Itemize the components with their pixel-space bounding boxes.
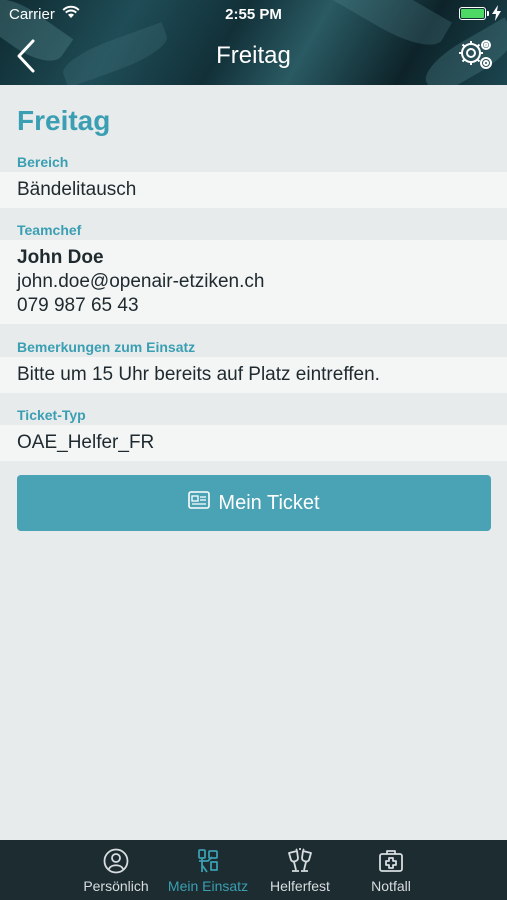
settings-button[interactable] xyxy=(457,38,495,72)
bemerkungen-value: Bitte um 15 Uhr bereits auf Platz eintre… xyxy=(17,364,380,385)
battery-tip xyxy=(487,11,489,16)
ticket-typ-value: OAE_Helfer_FR xyxy=(17,432,155,453)
teamchef-phone[interactable]: 079 987 65 43 xyxy=(17,295,139,317)
cheers-glasses-icon xyxy=(285,848,315,879)
bereich-value: Bändelitausch xyxy=(17,179,137,200)
ticket-typ-label: Ticket-Typ xyxy=(17,407,86,423)
tab-persoenlich-label: Persönlich xyxy=(83,878,149,894)
tab-mein-einsatz[interactable]: Mein Einsatz xyxy=(163,840,253,900)
first-aid-kit-icon xyxy=(378,848,404,879)
bereich-label: Bereich xyxy=(17,154,69,170)
navigation-bar: Freitag xyxy=(0,28,507,85)
tab-mein-einsatz-label: Mein Einsatz xyxy=(167,878,249,894)
page-title: Freitag xyxy=(17,105,111,136)
charging-bolt-icon xyxy=(492,5,501,25)
bemerkungen-label: Bemerkungen zum Einsatz xyxy=(17,339,196,355)
header: Carrier 2:55 PM Freitag xyxy=(0,0,507,85)
teamchef-email[interactable]: john.doe@openair-etziken.ch xyxy=(17,271,264,293)
ticket-typ-row: OAE_Helfer_FR xyxy=(0,425,507,461)
bereich-row: Bändelitausch xyxy=(0,172,507,208)
mein-ticket-button[interactable]: Mein Ticket xyxy=(17,475,491,531)
tab-helferfest-label: Helferfest xyxy=(270,878,330,894)
tab-notfall[interactable]: Notfall xyxy=(347,840,435,900)
tab-notfall-label: Notfall xyxy=(371,878,411,894)
status-bar: Carrier 2:55 PM xyxy=(0,0,507,28)
helper-icon xyxy=(195,848,221,879)
teamchef-label: Teamchef xyxy=(17,222,82,238)
tab-helferfest[interactable]: Helferfest xyxy=(256,840,344,900)
bemerkungen-row: Bitte um 15 Uhr bereits auf Platz eintre… xyxy=(0,357,507,393)
status-time: 2:55 PM xyxy=(225,6,282,23)
content-area: Freitag Bereich Bändelitausch Teamchef J… xyxy=(0,85,507,840)
ticket-icon xyxy=(188,491,211,515)
mein-ticket-label: Mein Ticket xyxy=(218,491,320,514)
user-circle-icon xyxy=(103,848,129,879)
teamchef-name: John Doe xyxy=(17,247,104,268)
nav-title: Freitag xyxy=(216,42,291,69)
tab-bar: Persönlich Mein Einsatz Helferfest Notfa… xyxy=(0,840,507,900)
gears-icon xyxy=(457,40,495,76)
tab-persoenlich[interactable]: Persönlich xyxy=(72,840,160,900)
battery-icon xyxy=(459,7,486,20)
teamchef-row: John Doe john.doe@openair-etziken.ch 079… xyxy=(0,240,507,324)
